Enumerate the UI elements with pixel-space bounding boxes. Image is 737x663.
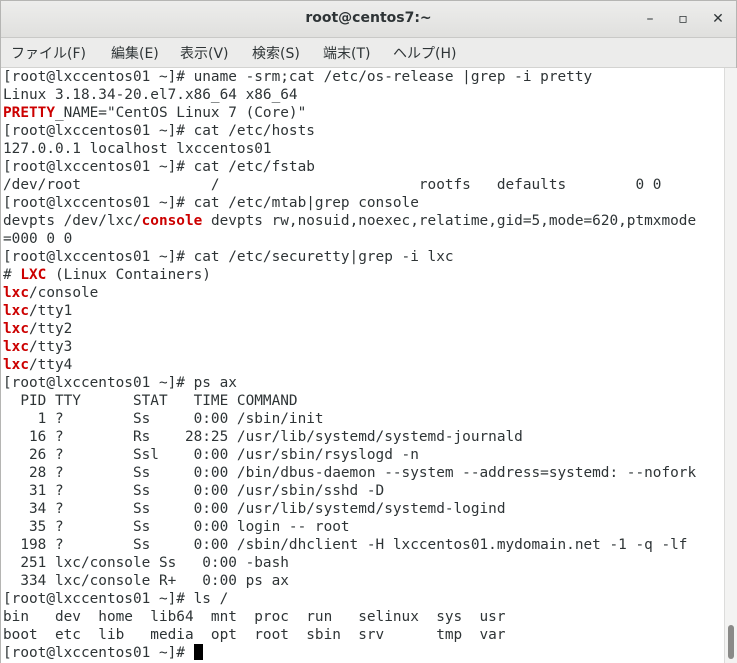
terminal-line: devpts /dev/lxc/console devpts rw,nosuid… <box>3 212 696 230</box>
window-title: root@centos7:~ <box>305 10 432 26</box>
terminal-line: [root@lxccentos01 ~]# uname -srm;cat /et… <box>3 69 593 85</box>
terminal-line: lxc/tty3 <box>3 338 72 356</box>
cursor-block <box>193 644 203 660</box>
terminal-line: # LXC (Linux Containers) <box>3 266 211 284</box>
grep-match: lxc <box>3 285 29 301</box>
terminal-line: PID TTY STAT TIME COMMAND <box>3 393 298 409</box>
terminal-line: lxc/tty1 <box>3 302 72 320</box>
terminal-text: devpts /dev/lxc/ <box>3 213 142 229</box>
terminal-line: [root@lxccentos01 ~]# ps ax <box>3 375 237 391</box>
grep-match: PRETTY <box>3 105 55 121</box>
terminal-line: 198 ? Ss 0:00 /sbin/dhclient -H lxccento… <box>3 537 688 553</box>
terminal-text: # <box>3 267 21 283</box>
vertical-scrollbar[interactable] <box>724 68 737 663</box>
terminal-text: /tty3 <box>29 339 73 355</box>
menu-file[interactable]: ファイル(F) <box>9 43 88 63</box>
terminal-line: 16 ? Rs 28:25 /usr/lib/systemd/systemd-j… <box>3 429 523 445</box>
terminal-line: [root@lxccentos01 ~]# cat /etc/fstab <box>3 159 315 175</box>
grep-match: console <box>141 213 203 229</box>
terminal-text: _NAME="CentOS Linux 7 (Core)" <box>54 105 307 121</box>
terminal-line: [root@lxccentos01 ~]# cat /etc/securetty… <box>3 249 454 265</box>
terminal-line: 251 lxc/console Ss 0:00 -bash <box>3 555 289 571</box>
terminal-output[interactable]: [root@lxccentos01 ~]# uname -srm;cat /et… <box>1 68 724 663</box>
maximize-button[interactable]: ▫ <box>671 7 695 31</box>
terminal-line: /dev/root / rootfs defaults 0 0 <box>3 177 662 193</box>
menu-help[interactable]: ヘルプ(H) <box>391 43 458 63</box>
menu-view[interactable]: 表示(V) <box>178 43 231 63</box>
terminal-line: 34 ? Ss 0:00 /usr/lib/systemd/systemd-lo… <box>3 501 506 517</box>
terminal-line: 31 ? Ss 0:00 /usr/sbin/sshd -D <box>3 483 385 499</box>
menu-bar: ファイル(F) 編集(E) 表示(V) 検索(S) 端末(T) ヘルプ(H) <box>1 38 736 68</box>
terminal-line: 127.0.0.1 localhost lxccentos01 <box>3 141 272 157</box>
terminal-line: 334 lxc/console R+ 0:00 ps ax <box>3 573 289 589</box>
terminal-line: [root@lxccentos01 ~]# <box>3 644 203 662</box>
terminal-line: lxc/console <box>3 284 98 302</box>
menu-search[interactable]: 検索(S) <box>250 43 302 63</box>
terminal-line: lxc/tty4 <box>3 356 72 374</box>
terminal-line: Linux 3.18.34-20.el7.x86_64 x86_64 <box>3 87 298 103</box>
terminal-text: (Linux Containers) <box>46 267 211 283</box>
terminal-text: /console <box>29 285 99 301</box>
terminal-line: [root@lxccentos01 ~]# cat /etc/mtab|grep… <box>3 195 419 211</box>
terminal-line: 35 ? Ss 0:00 login -- root <box>3 519 350 535</box>
terminal-line: =000 0 0 <box>3 231 73 247</box>
terminal-line: 1 ? Ss 0:00 /sbin/init <box>3 411 324 427</box>
terminal-line: PRETTY_NAME="CentOS Linux 7 (Core)" <box>3 104 306 122</box>
terminal-line: [root@lxccentos01 ~]# ls / <box>3 591 229 607</box>
terminal-line: 28 ? Ss 0:00 /bin/dbus-daemon --system -… <box>3 465 697 481</box>
terminal-text: /tty4 <box>29 357 73 373</box>
minimize-button[interactable]: – <box>638 7 662 31</box>
terminal-line: lxc/tty2 <box>3 320 72 338</box>
terminal-line: boot etc lib media opt root sbin srv tmp… <box>3 627 506 643</box>
terminal-window: root@centos7:~ – ▫ ✕ ファイル(F) 編集(E) 表示(V)… <box>0 0 737 663</box>
grep-match: lxc <box>3 321 29 337</box>
scrollbar-thumb[interactable] <box>728 625 734 659</box>
terminal-text: /tty1 <box>29 303 73 319</box>
grep-match: lxc <box>3 339 29 355</box>
menu-terminal[interactable]: 端末(T) <box>321 43 372 63</box>
grep-match: lxc <box>3 357 29 373</box>
terminal-text: /tty2 <box>29 321 73 337</box>
terminal-line: [root@lxccentos01 ~]# cat /etc/hosts <box>3 123 315 139</box>
terminal-text: devpts rw,nosuid,noexec,relatime,gid=5,m… <box>202 213 697 229</box>
grep-match: lxc <box>3 303 29 319</box>
terminal-line: bin dev home lib64 mnt proc run selinux … <box>3 609 506 625</box>
menu-edit[interactable]: 編集(E) <box>109 43 161 63</box>
close-button[interactable]: ✕ <box>706 7 730 31</box>
grep-match: LXC <box>20 267 47 283</box>
terminal-line: 26 ? Ssl 0:00 /usr/sbin/rsyslogd -n <box>3 447 419 463</box>
title-bar[interactable]: root@centos7:~ – ▫ ✕ <box>1 1 736 38</box>
